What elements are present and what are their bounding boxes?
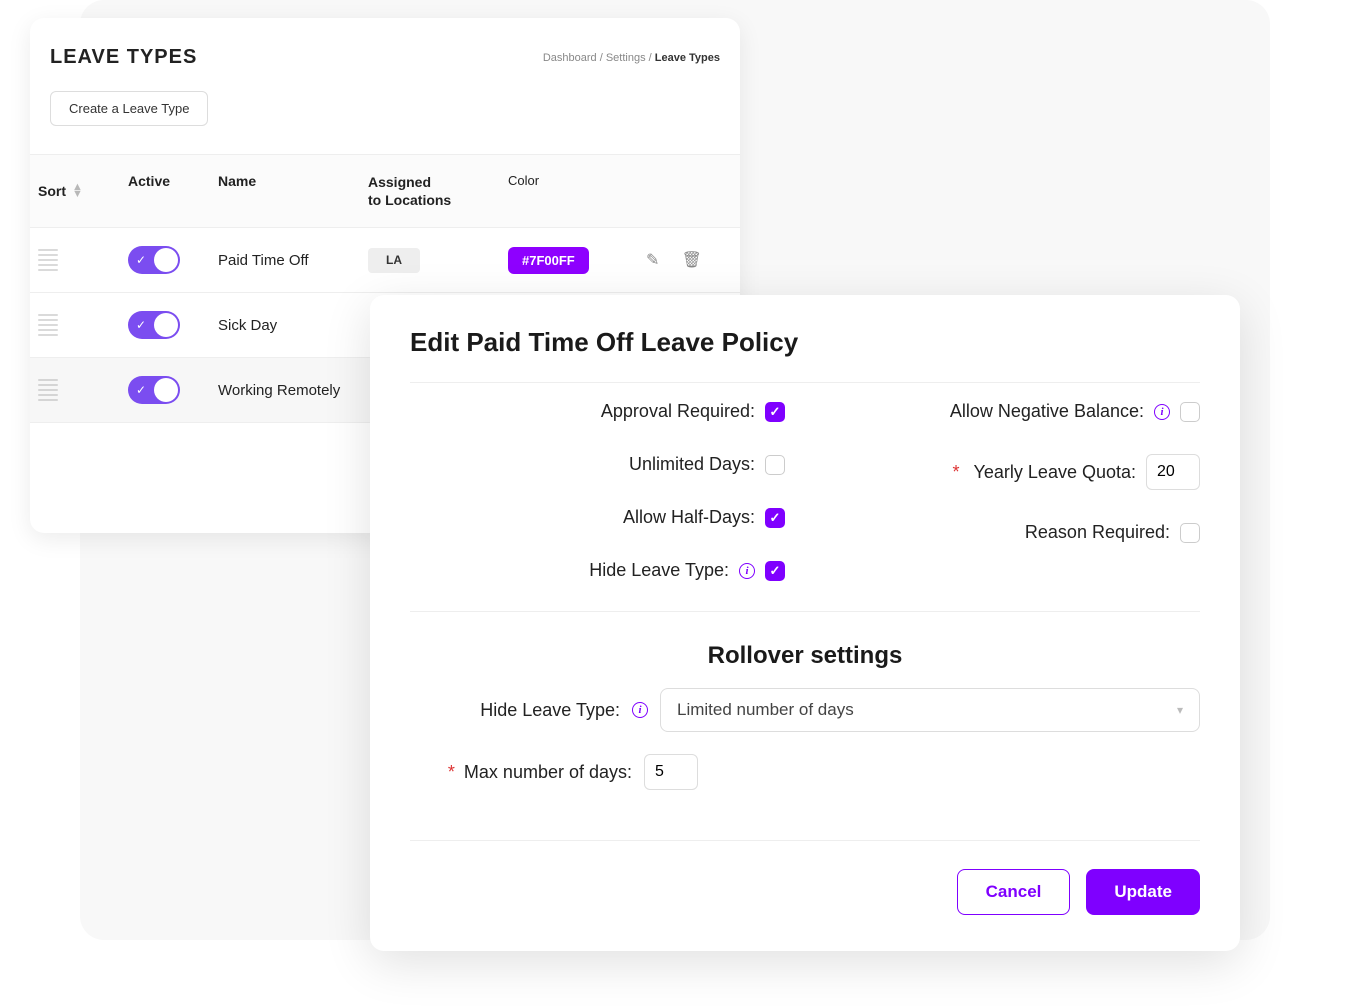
active-toggle[interactable]: ✓ [128, 246, 180, 274]
cancel-button[interactable]: Cancel [957, 869, 1071, 915]
color-chip: #7F00FF [508, 247, 589, 274]
reason-required-checkbox[interactable] [1180, 523, 1200, 543]
unlimited-days-label: Unlimited Days: [629, 454, 755, 475]
yearly-quota-input[interactable] [1146, 454, 1200, 490]
header-locations: Assigned to Locations [368, 173, 508, 209]
edit-icon[interactable]: ✎ [646, 252, 659, 269]
drag-handle-icon[interactable] [38, 379, 58, 401]
hide-leave-type-checkbox[interactable] [765, 561, 785, 581]
allow-half-days-checkbox[interactable] [765, 508, 785, 528]
breadcrumb-current: Leave Types [655, 52, 720, 64]
sort-icon[interactable]: ▲▼ [72, 184, 83, 199]
update-button[interactable]: Update [1086, 869, 1200, 915]
required-marker: * [448, 762, 455, 782]
info-icon[interactable]: i [1154, 404, 1170, 420]
required-marker: * [953, 462, 960, 483]
leave-name: Working Remotely [218, 382, 368, 399]
rollover-type-select[interactable]: Limited number of days ▾ [660, 688, 1200, 732]
active-toggle[interactable]: ✓ [128, 376, 180, 404]
leave-name: Paid Time Off [218, 252, 368, 269]
header-active: Active [128, 173, 218, 209]
delete-icon[interactable]: 🗑 [682, 252, 702, 269]
active-toggle[interactable]: ✓ [128, 311, 180, 339]
max-days-label: Max number of days: [464, 762, 632, 782]
page-title: LEAVE TYPES [50, 46, 197, 69]
allow-negative-checkbox[interactable] [1180, 402, 1200, 422]
leave-name: Sick Day [218, 317, 368, 334]
max-days-input[interactable] [644, 754, 698, 790]
unlimited-days-checkbox[interactable] [765, 455, 785, 475]
reason-required-label: Reason Required: [1025, 522, 1170, 543]
hide-leave-type-label: Hide Leave Type: [589, 560, 729, 581]
table-header: Sort ▲▼ Active Name Assigned to Location… [30, 154, 740, 228]
location-chip: LA [368, 248, 420, 274]
yearly-quota-label: Yearly Leave Quota: [974, 462, 1136, 483]
edit-leave-policy-modal: Edit Paid Time Off Leave Policy Approval… [370, 295, 1240, 951]
approval-required-checkbox[interactable] [765, 402, 785, 422]
drag-handle-icon[interactable] [38, 314, 58, 336]
breadcrumb-settings[interactable]: Settings [606, 52, 646, 64]
allow-negative-label: Allow Negative Balance: [950, 401, 1144, 422]
header-color: Color [508, 173, 628, 209]
rollover-section-title: Rollover settings [410, 642, 1200, 670]
header-sort[interactable]: Sort [38, 183, 66, 199]
create-leave-type-button[interactable]: Create a Leave Type [50, 91, 208, 126]
info-icon[interactable]: i [632, 702, 648, 718]
chevron-down-icon: ▾ [1177, 703, 1183, 717]
breadcrumb-dashboard[interactable]: Dashboard [543, 52, 597, 64]
rollover-select-value: Limited number of days [677, 700, 854, 720]
modal-title: Edit Paid Time Off Leave Policy [410, 327, 1200, 358]
rollover-hide-label: Hide Leave Type: [410, 700, 620, 721]
approval-required-label: Approval Required: [601, 401, 755, 422]
breadcrumb: Dashboard / Settings / Leave Types [543, 52, 720, 64]
info-icon[interactable]: i [739, 563, 755, 579]
allow-half-days-label: Allow Half-Days: [623, 507, 755, 528]
table-row: ✓ Paid Time Off LA #7F00FF ✎ 🗑 [30, 228, 740, 293]
drag-handle-icon[interactable] [38, 249, 58, 271]
header-name: Name [218, 173, 368, 209]
